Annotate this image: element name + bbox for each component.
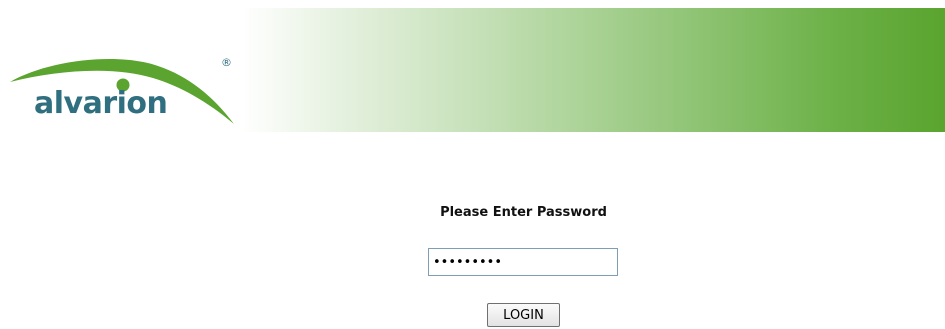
- login-button[interactable]: LOGIN: [487, 303, 560, 327]
- form-title: Please Enter Password: [440, 205, 607, 220]
- login-page: alvarion ® Please Enter Password LOGIN: [0, 0, 945, 329]
- registered-trademark: ®: [221, 56, 232, 69]
- header-banner: [242, 8, 945, 132]
- alvarion-logo: alvarion ®: [8, 52, 244, 136]
- brand-name: alvarion: [34, 86, 168, 121]
- header: alvarion ®: [0, 8, 945, 132]
- password-field[interactable]: [428, 248, 618, 276]
